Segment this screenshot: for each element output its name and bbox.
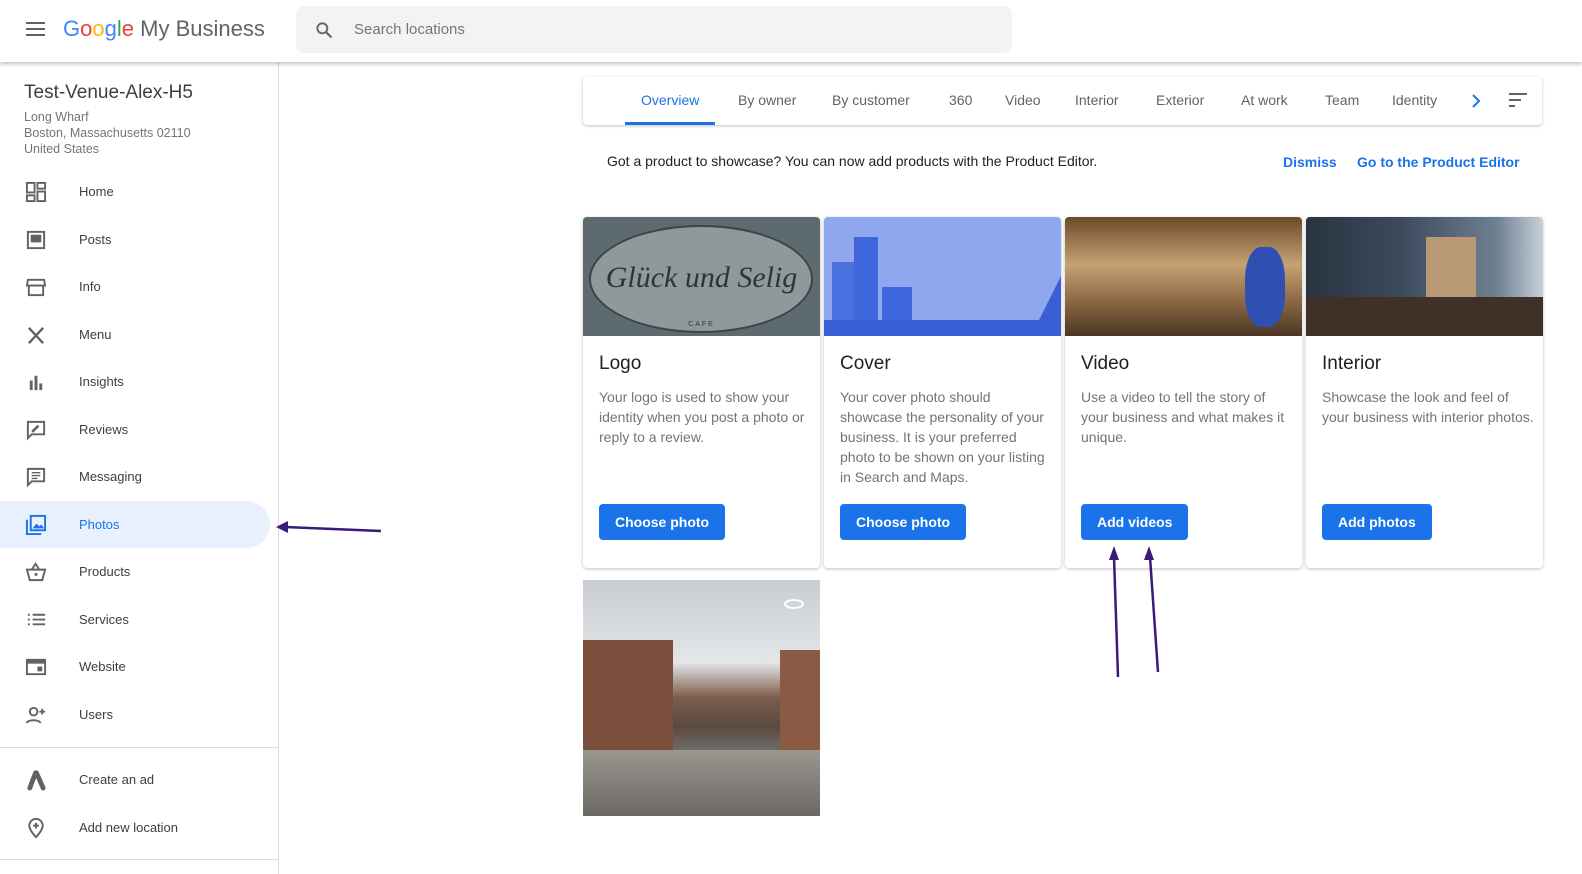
app-logo[interactable]: Google My Business xyxy=(63,16,265,42)
app-header: Google My Business xyxy=(0,0,1582,62)
sidebar-item-menu[interactable]: Menu xyxy=(0,311,270,358)
address-line: Long Wharf xyxy=(24,110,89,124)
sidebar-item-label: Website xyxy=(79,659,126,674)
sidebar-item-add-new-location[interactable]: Add new location xyxy=(0,804,270,851)
basket-icon xyxy=(25,562,47,582)
list-icon xyxy=(27,613,46,625)
google-ads-icon xyxy=(27,770,46,791)
card-description: Showcase the look and feel of your busin… xyxy=(1322,389,1534,425)
choose-photo-button[interactable]: Choose photo xyxy=(840,504,967,540)
tab-video[interactable]: Video xyxy=(1005,77,1041,125)
add-user-icon xyxy=(25,706,46,724)
logo-image-text: Glück und Selig xyxy=(605,261,798,294)
tab-360[interactable]: 360 xyxy=(949,77,972,125)
product-banner-text: Got a product to showcase? You can now a… xyxy=(607,153,1098,169)
card-description: Use a video to tell the story of your bu… xyxy=(1081,389,1285,445)
logo-google: Google xyxy=(63,16,135,41)
sidebar-item-posts[interactable]: Posts xyxy=(0,216,270,263)
product-editor-link[interactable]: Go to the Product Editor xyxy=(1357,154,1520,170)
sidebar-item-label: Add new location xyxy=(79,819,179,835)
street-view-photo[interactable] xyxy=(583,580,820,816)
tab-exterior[interactable]: Exterior xyxy=(1156,77,1204,125)
bar-chart-icon xyxy=(29,375,43,391)
reviews-icon xyxy=(26,420,46,440)
website-icon xyxy=(25,658,47,676)
sidebar-item-photos[interactable]: Photos xyxy=(0,500,270,548)
photo-card-cover: Cover Your cover photo should showcase th… xyxy=(824,217,1061,568)
sidebar-item-label: Messaging xyxy=(79,469,142,484)
tab-team[interactable]: Team xyxy=(1325,77,1359,125)
sidebar-item-insights[interactable]: Insights xyxy=(0,358,270,405)
card-title: Video xyxy=(1081,353,1130,374)
sidebar-item-label: Info xyxy=(79,279,101,294)
dashboard-icon xyxy=(25,181,47,203)
photo-card-logo: Glück und Selig CAFE Logo Your logo is used… xyxy=(583,217,820,568)
sidebar-item-products[interactable]: Products xyxy=(0,548,270,595)
dismiss-link[interactable]: Dismiss xyxy=(1283,154,1337,170)
sidebar-item-label: Posts xyxy=(79,231,112,247)
photo-card-interior: Interior Showcase the look and feel of yo… xyxy=(1306,217,1543,568)
sidebar-item-reviews[interactable]: Reviews xyxy=(0,406,270,453)
photo-card-video: Video Use a video to tell the story of yo… xyxy=(1065,217,1302,568)
search-input[interactable] xyxy=(354,6,994,53)
search-icon xyxy=(316,22,333,39)
sort-icon[interactable] xyxy=(1509,93,1527,107)
sidebar-item-label: Products xyxy=(79,564,131,579)
utensils-icon xyxy=(27,326,45,344)
card-image: Glück und Selig CAFE xyxy=(583,217,820,336)
tab-interior[interactable]: Interior xyxy=(1075,77,1119,125)
card-description: Your logo is used to show your identity … xyxy=(599,389,805,445)
sidebar-item-messaging[interactable]: Messaging xyxy=(0,453,270,500)
360-icon xyxy=(784,599,804,609)
sidebar-item-label: Services xyxy=(79,611,129,627)
sidebar-item-label: Menu xyxy=(79,326,112,342)
posts-icon xyxy=(26,230,46,249)
address-line: United States xyxy=(24,142,100,156)
logo-product: My Business xyxy=(140,16,265,41)
add-videos-button[interactable]: Add videos xyxy=(1081,504,1189,540)
sidebar-item-home[interactable]: Home xyxy=(0,168,270,215)
card-image xyxy=(824,217,1061,336)
logo-image-subtext: CAFE xyxy=(688,321,715,328)
address-line: Boston, Massachusetts 02110 xyxy=(24,126,191,140)
sidebar-item-label: Users xyxy=(79,706,113,722)
sidebar-item-label: Reviews xyxy=(79,421,129,437)
tab-identity[interactable]: Identity xyxy=(1392,77,1437,125)
tab-by-customer[interactable]: By customer xyxy=(832,77,910,125)
sidebar-item-label: Home xyxy=(79,184,114,199)
chevron-right-icon[interactable] xyxy=(1469,93,1483,109)
tab-overview[interactable]: Overview xyxy=(625,77,716,125)
card-image xyxy=(1065,217,1302,336)
sidebar-item-label: Create an ad xyxy=(79,772,155,787)
card-title: Logo xyxy=(599,353,642,374)
sidebar-item-website[interactable]: Website xyxy=(0,643,270,690)
sidebar-item-users[interactable]: Users xyxy=(0,691,270,738)
add-photos-button[interactable]: Add photos xyxy=(1322,504,1432,540)
card-title: Interior xyxy=(1322,353,1382,374)
business-name: Test-Venue-Alex-H5 xyxy=(24,82,193,103)
add-location-icon xyxy=(28,817,44,838)
storefront-icon xyxy=(25,278,47,297)
card-title: Cover xyxy=(840,353,891,374)
card-description: Your cover photo should showcase the per… xyxy=(840,389,1045,485)
sidebar-item-label: Photos xyxy=(79,516,120,532)
choose-photo-button[interactable]: Choose photo xyxy=(599,504,726,540)
menu-icon[interactable] xyxy=(26,22,45,36)
divider xyxy=(0,859,278,860)
sidebar-item-services[interactable]: Services xyxy=(0,596,270,643)
sidebar-item-create-an-ad[interactable]: Create an ad xyxy=(0,756,270,803)
sidebar-item-label: Insights xyxy=(79,374,124,389)
divider xyxy=(0,747,278,748)
tab-by-owner[interactable]: By owner xyxy=(738,77,796,125)
search-bar[interactable] xyxy=(296,6,1012,53)
photos-icon xyxy=(25,514,47,535)
tab-at-work[interactable]: At work xyxy=(1241,77,1288,125)
sidebar: Test-Venue-Alex-H5 Long Wharf Boston, Ma… xyxy=(0,62,279,874)
business-address: Long Wharf Boston, Massachusetts 02110 U… xyxy=(24,109,191,157)
message-icon xyxy=(26,467,46,488)
card-image xyxy=(1306,217,1543,336)
sidebar-item-info[interactable]: Info xyxy=(0,263,270,310)
photo-tabs: Overview By owner By customer 360 Video Inter… xyxy=(583,77,1542,125)
